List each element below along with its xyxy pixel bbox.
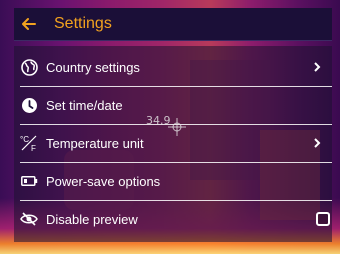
- settings-header: Settings: [14, 8, 332, 41]
- menu-item-label: Disable preview: [46, 211, 138, 227]
- temperature-unit-icon: °C F: [20, 134, 38, 152]
- chevron-right-icon: [308, 137, 326, 149]
- back-arrow-icon[interactable]: [14, 17, 50, 31]
- menu-item-label: Country settings: [46, 59, 140, 75]
- menu-item-disable-preview[interactable]: Disable preview: [14, 200, 332, 238]
- globe-icon: [20, 58, 38, 76]
- temperature-unit-icon-celsius: °C: [20, 135, 29, 144]
- temperature-unit-icon-fahrenheit: F: [31, 144, 36, 152]
- chevron-right-icon: [308, 61, 326, 73]
- settings-menu: Country settings Set time/date °C F Temp…: [14, 46, 332, 242]
- spot-temperature-readout: 34.9: [146, 114, 171, 127]
- eye-off-icon: [20, 210, 38, 228]
- page-title: Settings: [54, 15, 112, 32]
- disable-preview-checkbox[interactable]: [316, 212, 330, 226]
- crosshair-icon: [168, 118, 186, 136]
- battery-icon: [20, 172, 38, 190]
- menu-item-country-settings[interactable]: Country settings: [14, 48, 332, 86]
- menu-item-power-save-options[interactable]: Power-save options: [14, 162, 332, 200]
- menu-item-label: Set time/date: [46, 97, 123, 113]
- menu-item-label: Temperature unit: [46, 135, 144, 151]
- menu-item-label: Power-save options: [46, 173, 161, 189]
- clock-icon: [20, 96, 38, 114]
